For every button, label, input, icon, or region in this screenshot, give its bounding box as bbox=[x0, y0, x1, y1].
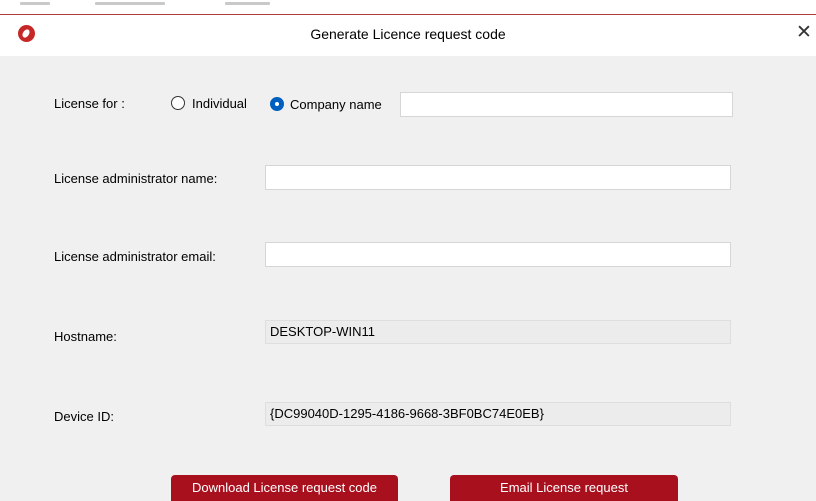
admin-name-label: License administrator name: bbox=[54, 171, 218, 186]
device-id-field: {DC99040D-1295-4186-9668-3BF0BC74E0EB} bbox=[265, 402, 731, 426]
close-icon[interactable]: ✕ bbox=[796, 21, 812, 43]
company-name-input[interactable] bbox=[400, 92, 733, 117]
email-license-request-button[interactable]: Email License request bbox=[450, 475, 678, 501]
hostname-field: DESKTOP-WIN11 bbox=[265, 320, 731, 344]
background-ghost-text bbox=[20, 2, 50, 5]
company-name-radio-label[interactable]: Company name bbox=[290, 97, 382, 112]
dialog-title: Generate Licence request code bbox=[310, 26, 506, 42]
hostname-label: Hostname: bbox=[54, 329, 117, 344]
admin-email-label: License administrator email: bbox=[54, 249, 216, 264]
background-divider bbox=[0, 14, 816, 15]
individual-radio-label[interactable]: Individual bbox=[192, 96, 247, 111]
admin-name-input[interactable] bbox=[265, 165, 731, 190]
background-window-strip bbox=[0, 0, 816, 16]
license-for-label: License for : bbox=[54, 96, 125, 111]
individual-radio[interactable] bbox=[171, 96, 185, 110]
download-license-request-button[interactable]: Download License request code bbox=[171, 475, 398, 501]
title-bar: Generate Licence request code ✕ bbox=[0, 16, 816, 56]
device-id-label: Device ID: bbox=[54, 409, 114, 424]
licence-dialog: Generate Licence request code ✕ License … bbox=[0, 16, 816, 501]
background-ghost-text bbox=[225, 2, 270, 5]
admin-email-input[interactable] bbox=[265, 242, 731, 267]
company-name-radio[interactable] bbox=[270, 97, 284, 111]
background-ghost-text bbox=[95, 2, 165, 5]
